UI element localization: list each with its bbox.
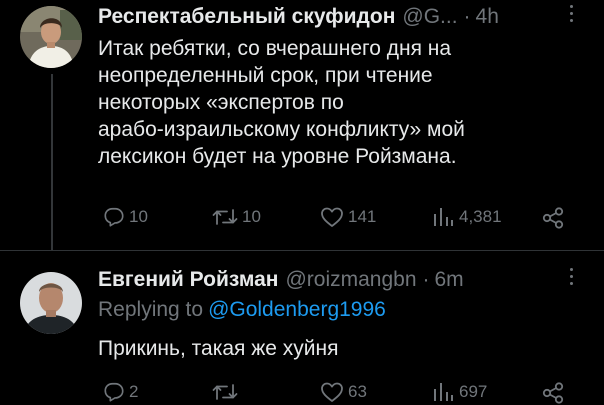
- like-button[interactable]: 141: [320, 206, 376, 228]
- like-count: 63: [348, 382, 367, 401]
- tweet-header: Евгений Ройзман @roizmangbn · 6m: [98, 266, 564, 294]
- replying-to-label: Replying to: [98, 298, 204, 321]
- reply-count: 2: [129, 382, 139, 401]
- separator-dot: ·: [463, 5, 471, 28]
- reply-button[interactable]: 10: [103, 206, 148, 228]
- like-count: 141: [348, 207, 377, 226]
- tweet-text-line: Итак ребятки, со вчерашнего дня на: [98, 37, 452, 60]
- share-icon: [542, 207, 564, 229]
- thread-line: [51, 74, 53, 250]
- separator-dot: ·: [422, 268, 430, 291]
- tweet-text: Прикинь, такая же хуйня: [98, 337, 339, 360]
- timestamp[interactable]: 6m: [435, 268, 464, 292]
- view-count: 697: [459, 382, 488, 401]
- tweet-text-line: арабо-израильскому конфликту» мой: [98, 118, 465, 141]
- mention-link[interactable]: @Goldenberg1996: [208, 298, 386, 321]
- tweet-text: Итак ребятки, со вчерашнего дня на неопр…: [98, 35, 578, 170]
- user-handle[interactable]: @G...: [402, 5, 457, 29]
- more-options-icon[interactable]: [569, 268, 575, 290]
- retweet-button[interactable]: 10: [212, 206, 261, 228]
- retweet-icon: [212, 384, 238, 400]
- more-options-icon[interactable]: [569, 5, 575, 27]
- user-handle[interactable]: @roizmangbn: [285, 268, 416, 292]
- reply-count: 10: [129, 207, 148, 226]
- replying-to: Replying to @Goldenberg1996: [98, 296, 386, 323]
- tweet-text-line: неопределенный срок, при чтение: [98, 64, 433, 87]
- view-count: 4,381: [459, 207, 502, 226]
- reply-icon: [104, 382, 124, 402]
- timestamp[interactable]: 4h: [476, 5, 499, 29]
- tweet-text-line: некоторых «экспертов по: [98, 91, 344, 114]
- tweet-text-line: лексикон будет на уровне Ройзмана.: [98, 145, 457, 168]
- display-name[interactable]: Евгений Ройзман: [98, 268, 278, 292]
- tweet-header: Респектабельный скуфидон @G... · 4h: [98, 3, 564, 31]
- share-button[interactable]: [541, 206, 565, 230]
- reply-icon: [104, 207, 124, 227]
- avatar[interactable]: [20, 6, 82, 68]
- bar-chart-icon: [434, 208, 453, 226]
- heart-icon: [321, 207, 343, 227]
- like-button[interactable]: 63: [320, 381, 367, 403]
- retweet-count: 10: [242, 207, 261, 226]
- retweet-button[interactable]: [212, 381, 242, 403]
- views-button[interactable]: 697: [431, 381, 487, 403]
- tweet-2[interactable]: Евгений Ройзман @roizmangbn · 6m Replyin…: [0, 251, 604, 404]
- share-icon: [542, 382, 564, 404]
- tweet-1[interactable]: Респектабельный скуфидон @G... · 4h Итак…: [0, 0, 604, 250]
- reply-button[interactable]: 2: [103, 381, 138, 403]
- share-button[interactable]: [541, 381, 565, 405]
- views-button[interactable]: 4,381: [431, 206, 502, 228]
- retweet-icon: [212, 209, 238, 225]
- display-name[interactable]: Респектабельный скуфидон: [98, 5, 395, 29]
- avatar[interactable]: [20, 272, 82, 334]
- heart-icon: [321, 382, 343, 402]
- bar-chart-icon: [434, 383, 453, 401]
